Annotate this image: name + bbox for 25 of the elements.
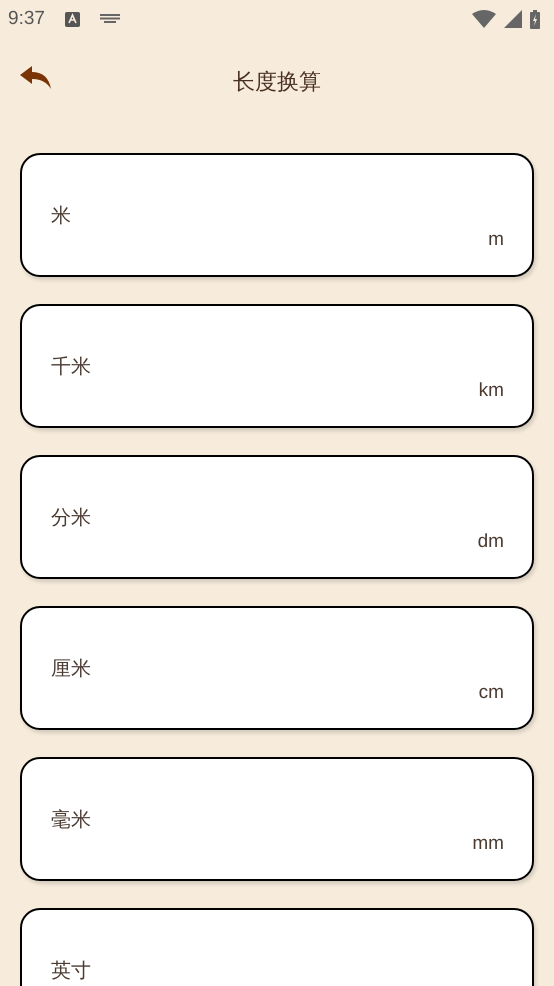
wifi-icon [472,10,496,28]
unit-name: 英寸 [51,957,91,984]
unit-card[interactable]: 分米 dm [20,455,534,579]
unit-card[interactable]: 毫米 mm [20,757,534,881]
battery-icon [530,10,540,28]
keyboard-icon [100,14,120,24]
unit-name: 毫米 [51,806,91,833]
unit-symbol: km [478,380,504,402]
unit-name: 厘米 [51,655,91,682]
signal-icon [504,10,522,28]
unit-name: 分米 [51,504,91,531]
unit-card[interactable]: 千米 km [20,304,534,428]
status-time: 9:37 [8,8,45,30]
keyboard-a-icon [64,12,80,26]
unit-symbol: m [488,229,504,251]
unit-symbol: cm [478,682,504,704]
back-arrow-icon [20,66,52,90]
unit-name: 米 [51,202,71,229]
page-title: 长度换算 [233,68,321,96]
unit-symbol: dm [478,531,504,553]
unit-card[interactable]: 英寸 [20,908,534,986]
unit-name: 千米 [51,353,91,380]
unit-symbol: mm [472,833,504,855]
unit-card[interactable]: 厘米 cm [20,606,534,730]
unit-card[interactable]: 米 m [20,153,534,277]
